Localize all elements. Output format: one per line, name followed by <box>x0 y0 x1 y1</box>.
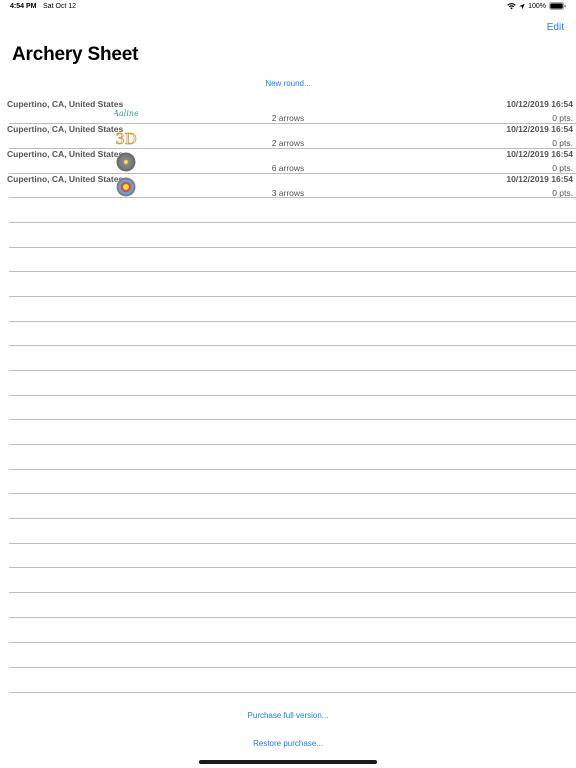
round-date: 10/12/2019 16:54 <box>506 99 573 109</box>
round-date: 10/12/2019 16:54 <box>506 174 573 184</box>
page-title: Archery Sheet <box>12 44 139 65</box>
round-location: Cupertino, CA, United States <box>7 174 124 184</box>
target-face-icon <box>116 177 136 197</box>
row-separator <box>9 123 576 124</box>
row-separator <box>9 148 576 149</box>
new-round-button[interactable]: New round... <box>0 79 576 88</box>
status-date: Sat Oct 12 <box>43 3 77 10</box>
row-separator <box>9 222 576 223</box>
row-separator <box>9 592 576 593</box>
row-separator <box>9 419 576 420</box>
list-item[interactable]: Cupertino, CA, United States 10/12/2019 … <box>0 96 576 123</box>
round-location: Cupertino, CA, United States <box>7 124 124 134</box>
row-separator <box>9 642 576 643</box>
location-arrow-icon <box>519 3 525 9</box>
edit-button[interactable]: Edit <box>547 22 564 33</box>
row-separator <box>9 667 576 668</box>
purchase-full-version-button[interactable]: Purchase full version... <box>0 711 576 720</box>
row-separator <box>9 247 576 248</box>
list-item[interactable]: Cupertino, CA, United States 10/12/2019 … <box>0 146 576 173</box>
script-logo-text: Aaline <box>114 109 138 118</box>
row-separator <box>9 543 576 544</box>
row-separator <box>9 321 576 322</box>
status-time: 4:54 PM <box>10 3 37 10</box>
battery-icon <box>549 2 566 10</box>
status-bar: 4:54 PM Sat Oct 12 100% <box>0 0 576 14</box>
row-separator <box>9 173 576 174</box>
list-item[interactable]: Cupertino, CA, United States 10/12/2019 … <box>0 171 576 198</box>
round-date: 10/12/2019 16:54 <box>506 149 573 159</box>
row-separator <box>9 271 576 272</box>
round-location: Cupertino, CA, United States <box>7 99 124 109</box>
row-separator <box>9 444 576 445</box>
row-separator <box>9 692 576 693</box>
gray-target-face-icon <box>116 152 136 172</box>
row-separator <box>9 469 576 470</box>
restore-purchase-button[interactable]: Restore purchase... <box>0 739 576 748</box>
screen: 4:54 PM Sat Oct 12 100% Edit Archery She… <box>0 0 576 768</box>
status-right: 100% <box>507 2 566 10</box>
round-date: 10/12/2019 16:54 <box>506 124 573 134</box>
round-location: Cupertino, CA, United States <box>7 149 124 159</box>
home-indicator[interactable] <box>199 760 377 764</box>
row-separator <box>9 197 576 198</box>
row-separator <box>9 617 576 618</box>
list-item[interactable]: Cupertino, CA, United States 10/12/2019 … <box>0 121 576 148</box>
row-separator <box>9 395 576 396</box>
row-separator <box>9 567 576 568</box>
row-separator <box>9 493 576 494</box>
script-logo-icon: Aaline <box>114 109 138 118</box>
row-separator <box>9 370 576 371</box>
row-separator <box>9 518 576 519</box>
row-separator <box>9 345 576 346</box>
row-separator <box>9 296 576 297</box>
3d-target-icon: 3D <box>115 130 137 147</box>
battery-percent: 100% <box>528 2 546 10</box>
3d-target-text: 3D <box>115 130 137 147</box>
wifi-icon <box>507 2 516 9</box>
